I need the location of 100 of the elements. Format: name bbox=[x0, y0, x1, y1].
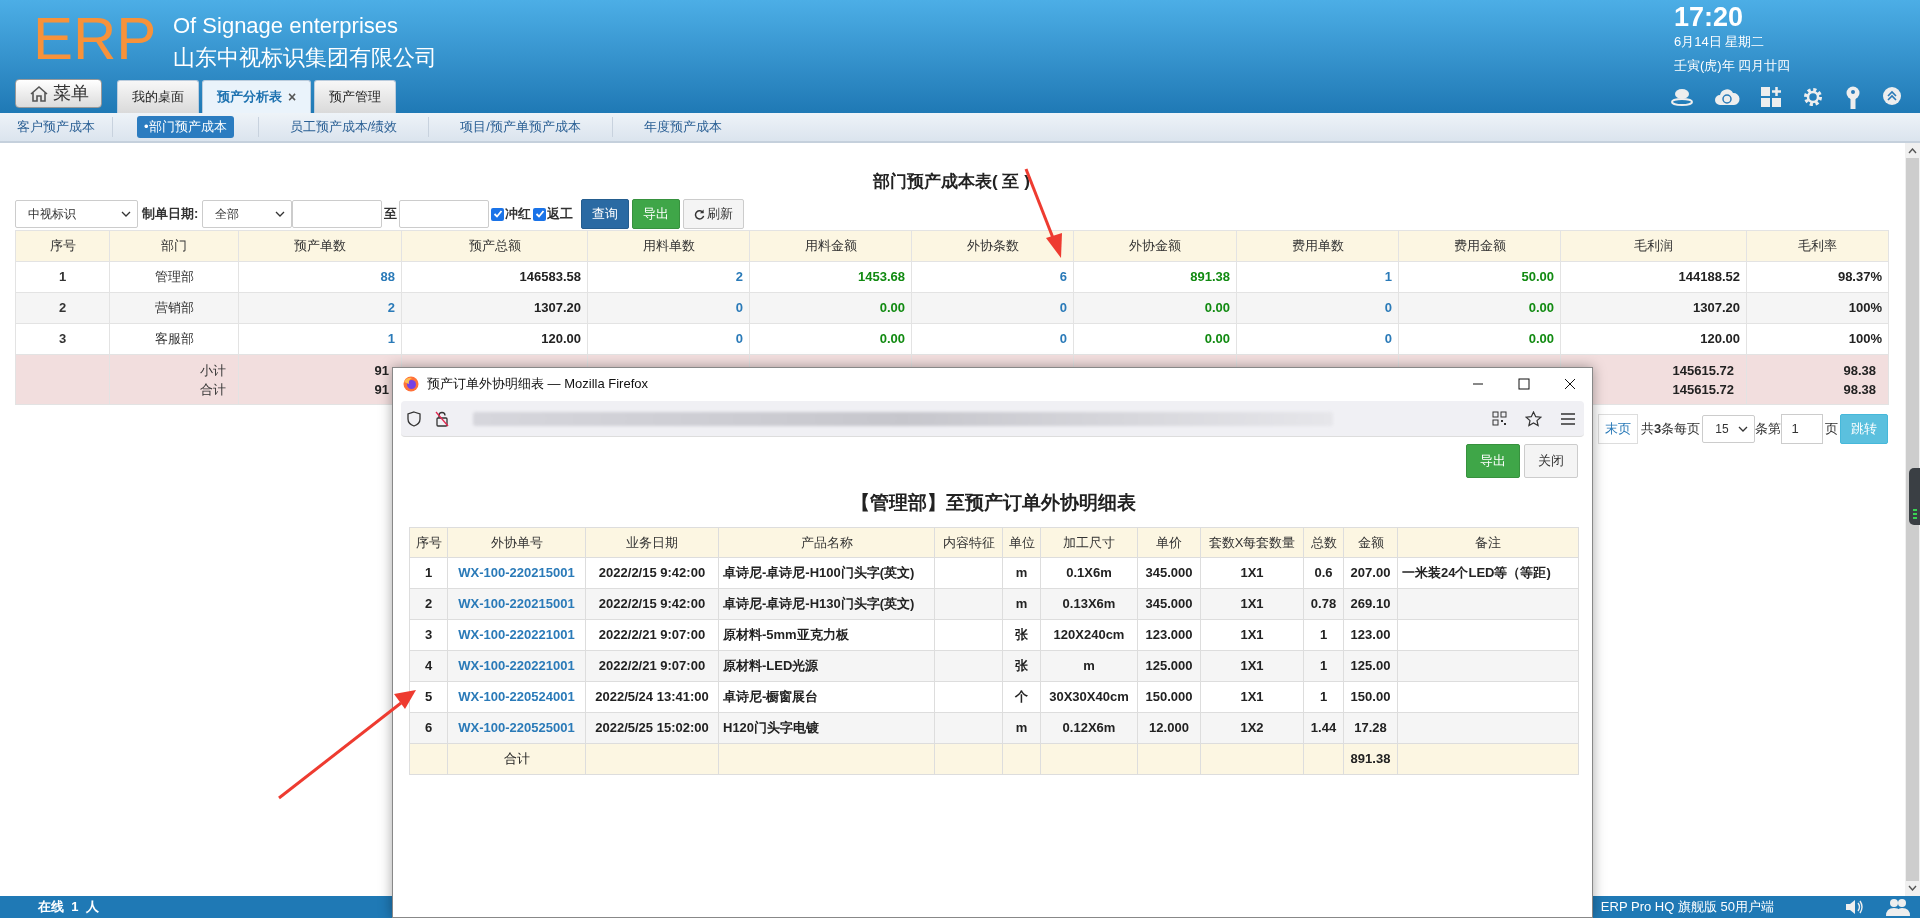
lunar-date: 壬寅(虎)年 四月廿四 bbox=[1674, 57, 1792, 75]
table-cell: 120.00 bbox=[1560, 323, 1747, 355]
table-cell-text: 91 bbox=[374, 361, 389, 380]
star-icon[interactable] bbox=[1525, 410, 1542, 427]
table-cell: 30X30X40cm bbox=[1040, 681, 1138, 713]
refresh-button[interactable]: 刷新 bbox=[683, 199, 745, 229]
column-header: 单位 bbox=[1002, 527, 1041, 558]
search-button[interactable]: 查询 bbox=[581, 199, 630, 229]
company-name: 山东中视标识集团有限公司 bbox=[173, 44, 437, 72]
tab[interactable]: 预产管理 bbox=[314, 80, 397, 113]
table-cell[interactable]: 0 bbox=[587, 323, 750, 355]
table-cell: 0.12X6m bbox=[1040, 712, 1138, 744]
key-icon[interactable] bbox=[1844, 86, 1862, 110]
table-cell[interactable]: 88 bbox=[238, 261, 402, 293]
table-cell: m bbox=[1002, 557, 1041, 589]
table-cell[interactable]: 6 bbox=[911, 261, 1074, 293]
table-cell: 0.13X6m bbox=[1040, 588, 1138, 620]
table-cell[interactable]: 2 bbox=[587, 261, 750, 293]
cloud-help-icon[interactable] bbox=[1714, 86, 1740, 106]
scroll-up-icon[interactable] bbox=[1908, 148, 1917, 154]
table-cell: 原材料-5mm亚克力板 bbox=[718, 619, 935, 651]
refresh-icon bbox=[694, 208, 706, 220]
page-size-select[interactable]: 15 bbox=[1702, 415, 1755, 443]
table-cell[interactable]: 1 bbox=[1236, 261, 1399, 293]
checkbox[interactable] bbox=[491, 207, 505, 221]
column-header: 内容特征 bbox=[934, 527, 1003, 558]
table-cell: 1X2 bbox=[1200, 712, 1304, 744]
scroll-down-icon[interactable] bbox=[1908, 885, 1917, 891]
last-page-link[interactable]: 末页 bbox=[1598, 414, 1638, 444]
checkbox[interactable] bbox=[533, 207, 547, 221]
menu-icon[interactable] bbox=[1560, 411, 1576, 426]
menu-button[interactable]: 菜单 bbox=[15, 79, 102, 108]
column-header: 加工尺寸 bbox=[1040, 527, 1138, 558]
table-cell[interactable]: 0 bbox=[911, 292, 1074, 324]
table-cell: 0.00 bbox=[1073, 323, 1237, 355]
page-field[interactable]: 1 bbox=[1780, 414, 1823, 444]
column-header: 金额 bbox=[1343, 527, 1398, 558]
side-tab-handle[interactable] bbox=[1909, 468, 1920, 525]
column-header: 产品名称 bbox=[718, 527, 935, 558]
order-link[interactable]: WX-100-220221001 bbox=[447, 619, 586, 651]
page-suffix: 页 bbox=[1825, 420, 1838, 439]
column-header: 单价 bbox=[1137, 527, 1201, 558]
sub-nav-item[interactable]: •部门预产成本 bbox=[137, 116, 234, 138]
sub-nav-item[interactable]: 客户预产成本 bbox=[10, 116, 102, 138]
table-cell: 张 bbox=[1002, 650, 1041, 682]
sub-nav-item[interactable]: 项目/预产单预产成本 bbox=[453, 116, 588, 138]
close-button[interactable]: 关闭 bbox=[1524, 444, 1578, 478]
table-cell: 1453.68 bbox=[749, 261, 912, 293]
users-icon[interactable] bbox=[1886, 898, 1910, 916]
table-cell[interactable]: 1 bbox=[238, 323, 402, 355]
insecure-lock-icon[interactable] bbox=[435, 410, 449, 427]
user-icon[interactable] bbox=[1670, 86, 1694, 106]
table-cell: 客服部 bbox=[109, 323, 239, 355]
table-cell: 1X1 bbox=[1200, 619, 1304, 651]
table-cell[interactable]: 0 bbox=[587, 292, 750, 324]
close-icon[interactable]: × bbox=[288, 86, 297, 108]
table-cell: 管理部 bbox=[109, 261, 239, 293]
grid-add-icon[interactable] bbox=[1760, 86, 1782, 108]
company-name: Of Signage enterprises bbox=[173, 12, 400, 40]
order-link[interactable]: WX-100-220215001 bbox=[447, 588, 586, 620]
table-cell[interactable]: 2 bbox=[238, 292, 402, 324]
speaker-icon[interactable] bbox=[1844, 899, 1864, 915]
tab[interactable]: 预产分析表 × bbox=[202, 80, 312, 113]
table-cell: 12.000 bbox=[1137, 712, 1201, 744]
export-button[interactable]: 导出 bbox=[632, 199, 681, 229]
table-cell[interactable]: 0 bbox=[1236, 292, 1399, 324]
table-cell: 0.00 bbox=[1398, 292, 1561, 324]
table-cell: 个 bbox=[1002, 681, 1041, 713]
table-cell[interactable]: 0 bbox=[911, 323, 1074, 355]
table-cell: 2022/2/15 9:42:00 bbox=[585, 557, 719, 589]
collapse-icon[interactable] bbox=[1882, 86, 1902, 106]
date-field[interactable] bbox=[292, 200, 383, 228]
table-cell: 207.00 bbox=[1343, 557, 1398, 589]
company-select[interactable]: 中视标识 bbox=[15, 200, 138, 228]
column-header: 外协金额 bbox=[1073, 230, 1237, 262]
order-link[interactable]: WX-100-220215001 bbox=[447, 557, 586, 589]
close-icon[interactable] bbox=[1564, 378, 1576, 390]
tab[interactable]: 我的桌面 bbox=[117, 80, 199, 113]
table-cell: 2022/5/24 13:41:00 bbox=[585, 681, 719, 713]
order-link[interactable]: WX-100-220221001 bbox=[447, 650, 586, 682]
sub-nav-item[interactable]: 员工预产成本/绩效 bbox=[282, 116, 405, 138]
table-cell: 1X1 bbox=[1200, 681, 1304, 713]
column-header: 费用单数 bbox=[1236, 230, 1399, 262]
settings-icon[interactable] bbox=[1802, 86, 1824, 108]
table-cell: 1.44 bbox=[1303, 712, 1344, 744]
date-field[interactable] bbox=[399, 200, 490, 228]
table-cell: 卓诗尼-卓诗尼-H130门头字(英文) bbox=[718, 588, 935, 620]
date-range-select[interactable]: 全部 bbox=[202, 200, 293, 228]
order-link[interactable]: WX-100-220525001 bbox=[447, 712, 586, 744]
sub-nav-item[interactable]: 年度预产成本 bbox=[636, 116, 729, 138]
table-cell: 原材料-LED光源 bbox=[718, 650, 935, 682]
maximize-icon[interactable] bbox=[1518, 378, 1530, 390]
shield-icon[interactable] bbox=[407, 410, 421, 427]
table-cell[interactable]: 0 bbox=[1236, 323, 1399, 355]
order-link[interactable]: WX-100-220524001 bbox=[447, 681, 586, 713]
vertical-scrollbar[interactable] bbox=[1905, 143, 1920, 896]
export-button[interactable]: 导出 bbox=[1466, 444, 1520, 478]
table-cell: 一米装24个LED等（等距) bbox=[1397, 557, 1579, 589]
qr-code-icon[interactable] bbox=[1492, 411, 1507, 426]
checkbox-label: 返工 bbox=[547, 205, 574, 224]
